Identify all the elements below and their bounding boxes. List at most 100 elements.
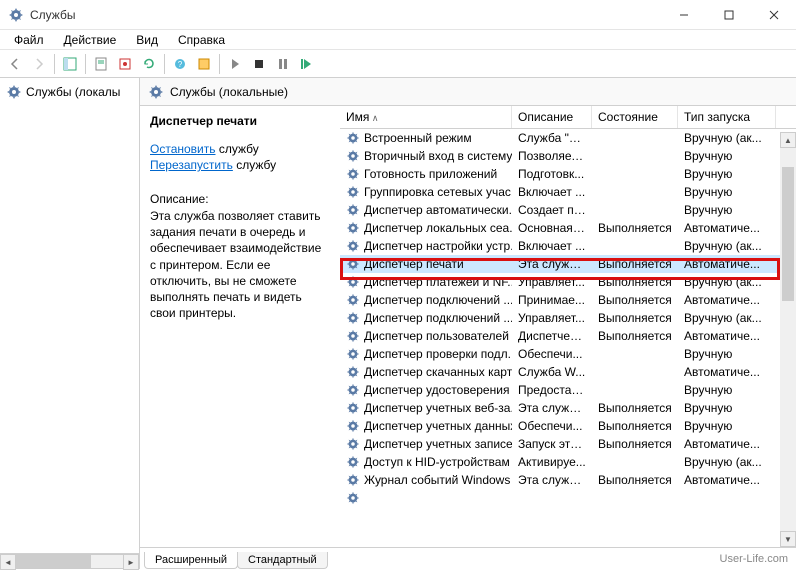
tab-extended[interactable]: Расширенный (144, 552, 238, 569)
table-row[interactable]: Диспетчер скачанных картСлужба W...Автом… (340, 363, 796, 381)
table-row[interactable]: Встроенный режимСлужба "B...Вручную (ак.… (340, 129, 796, 147)
list-rows: Встроенный режимСлужба "B...Вручную (ак.… (340, 129, 796, 547)
gear-icon (346, 131, 360, 145)
service-name-label: Диспетчер учетных записе... (364, 437, 512, 451)
table-row[interactable]: Журнал событий WindowsЭта служб...Выполн… (340, 471, 796, 489)
table-row[interactable]: Диспетчер пользователейДиспетчер...Выпол… (340, 327, 796, 345)
service-name-label: Диспетчер локальных сеа... (364, 221, 512, 235)
vertical-scrollbar[interactable]: ▲ ▼ (780, 132, 796, 547)
refresh-button[interactable] (138, 53, 160, 75)
menu-file[interactable]: Файл (4, 31, 54, 49)
gear-icon (346, 473, 360, 487)
stop-button[interactable] (248, 53, 270, 75)
table-row[interactable]: Диспетчер настройки устр...Включает ...В… (340, 237, 796, 255)
table-row[interactable]: Диспетчер проверки подл...Обеспечи...Вру… (340, 345, 796, 363)
service-startup: Вручную (ак... (678, 275, 776, 289)
table-row[interactable]: Диспетчер учетных данныхОбеспечи...Выпол… (340, 417, 796, 435)
play-button[interactable] (224, 53, 246, 75)
menu-action[interactable]: Действие (54, 31, 127, 49)
toolbar: ? (0, 50, 796, 78)
properties-button[interactable] (90, 53, 112, 75)
service-state: Выполняется (592, 221, 678, 235)
table-row[interactable]: Диспетчер печатиЭта служб...ВыполняетсяА… (340, 255, 796, 273)
column-name[interactable]: Имя (340, 106, 512, 128)
close-button[interactable] (751, 0, 796, 30)
minimize-button[interactable] (661, 0, 706, 30)
service-desc: Запуск это... (512, 437, 592, 451)
scroll-thumb[interactable] (16, 555, 91, 568)
gear-icon (346, 239, 360, 253)
service-desc: Эта служб... (512, 401, 592, 415)
export-button[interactable] (114, 53, 136, 75)
help-button[interactable]: ? (169, 53, 191, 75)
service-startup: Автоматиче... (678, 365, 776, 379)
table-row[interactable]: Группировка сетевых учас...Включает ...В… (340, 183, 796, 201)
gear-icon (346, 185, 360, 199)
help2-button[interactable] (193, 53, 215, 75)
table-row[interactable]: Диспетчер автоматически...Создает по...В… (340, 201, 796, 219)
horizontal-scrollbar[interactable]: ◄ ► (0, 553, 139, 569)
service-desc: Включает ... (512, 239, 592, 253)
table-row[interactable]: Вторичный вход в системуПозволяет ...Вру… (340, 147, 796, 165)
pause-button[interactable] (272, 53, 294, 75)
service-startup: Автоматиче... (678, 329, 776, 343)
service-state: Выполняется (592, 257, 678, 271)
back-button[interactable] (4, 53, 26, 75)
column-startup[interactable]: Тип запуска (678, 106, 776, 128)
maximize-button[interactable] (706, 0, 751, 30)
table-row[interactable]: Готовность приложенийПодготовк...Вручную (340, 165, 796, 183)
service-startup: Вручную (678, 203, 776, 217)
tree-root[interactable]: Службы (локалы (4, 82, 135, 102)
service-startup: Вручную (678, 401, 776, 415)
restart-link[interactable]: Перезапустить (150, 158, 233, 172)
gear-icon (346, 491, 360, 505)
table-row[interactable]: Диспетчер учетных записе...Запуск это...… (340, 435, 796, 453)
window-controls (661, 0, 796, 30)
scroll-right-button[interactable]: ► (123, 554, 139, 570)
stop-link[interactable]: Остановить (150, 142, 216, 156)
service-startup: Автоматиче... (678, 473, 776, 487)
scroll-left-button[interactable]: ◄ (0, 554, 16, 570)
show-hide-button[interactable] (59, 53, 81, 75)
scroll-up-button[interactable]: ▲ (780, 132, 796, 148)
gear-icon (346, 311, 360, 325)
restart-button[interactable] (296, 53, 318, 75)
scroll-down-button[interactable]: ▼ (780, 531, 796, 547)
service-desc: Активируе... (512, 455, 592, 469)
service-name-label: Диспетчер платежей и NF... (364, 275, 512, 289)
tree-panel: Службы (локалы ◄ ► (0, 78, 140, 569)
table-row[interactable]: Диспетчер подключений ...Управляет...Вып… (340, 309, 796, 327)
scroll-thumb[interactable] (782, 167, 794, 301)
service-desc: Принимае... (512, 293, 592, 307)
service-state: Выполняется (592, 401, 678, 415)
tab-standard[interactable]: Стандартный (237, 552, 328, 569)
forward-button[interactable] (28, 53, 50, 75)
service-startup: Автоматиче... (678, 257, 776, 271)
services-icon (6, 84, 22, 100)
service-name-label: Вторичный вход в систему (364, 149, 512, 163)
separator (219, 54, 220, 74)
service-startup: Вручную (ак... (678, 239, 776, 253)
app-icon (8, 7, 24, 23)
table-row[interactable]: Диспетчер удостоверения ...Предостав...В… (340, 381, 796, 399)
service-name-label: Журнал событий Windows (364, 473, 510, 487)
table-row[interactable]: Диспетчер локальных сеа...Основная ...Вы… (340, 219, 796, 237)
service-state: Выполняется (592, 437, 678, 451)
table-row[interactable]: Диспетчер учетных веб-за...Эта служб...В… (340, 399, 796, 417)
column-state[interactable]: Состояние (592, 106, 678, 128)
service-startup: Автоматиче... (678, 293, 776, 307)
service-state: Выполняется (592, 329, 678, 343)
menu-view[interactable]: Вид (126, 31, 168, 49)
table-row[interactable]: Диспетчер подключений ...Принимае...Выпо… (340, 291, 796, 309)
table-row[interactable] (340, 489, 796, 507)
table-row[interactable]: Диспетчер платежей и NF...Управляет...Вы… (340, 273, 796, 291)
table-row[interactable]: Доступ к HID-устройствамАктивируе...Вруч… (340, 453, 796, 471)
gear-icon (346, 347, 360, 361)
menu-help[interactable]: Справка (168, 31, 235, 49)
column-description[interactable]: Описание (512, 106, 592, 128)
service-startup: Вручную (ак... (678, 455, 776, 469)
service-name-label: Диспетчер печати (364, 257, 464, 271)
gear-icon (346, 401, 360, 415)
service-desc: Создает по... (512, 203, 592, 217)
description-text: Эта служба позволяет ставить задания печ… (150, 208, 330, 321)
